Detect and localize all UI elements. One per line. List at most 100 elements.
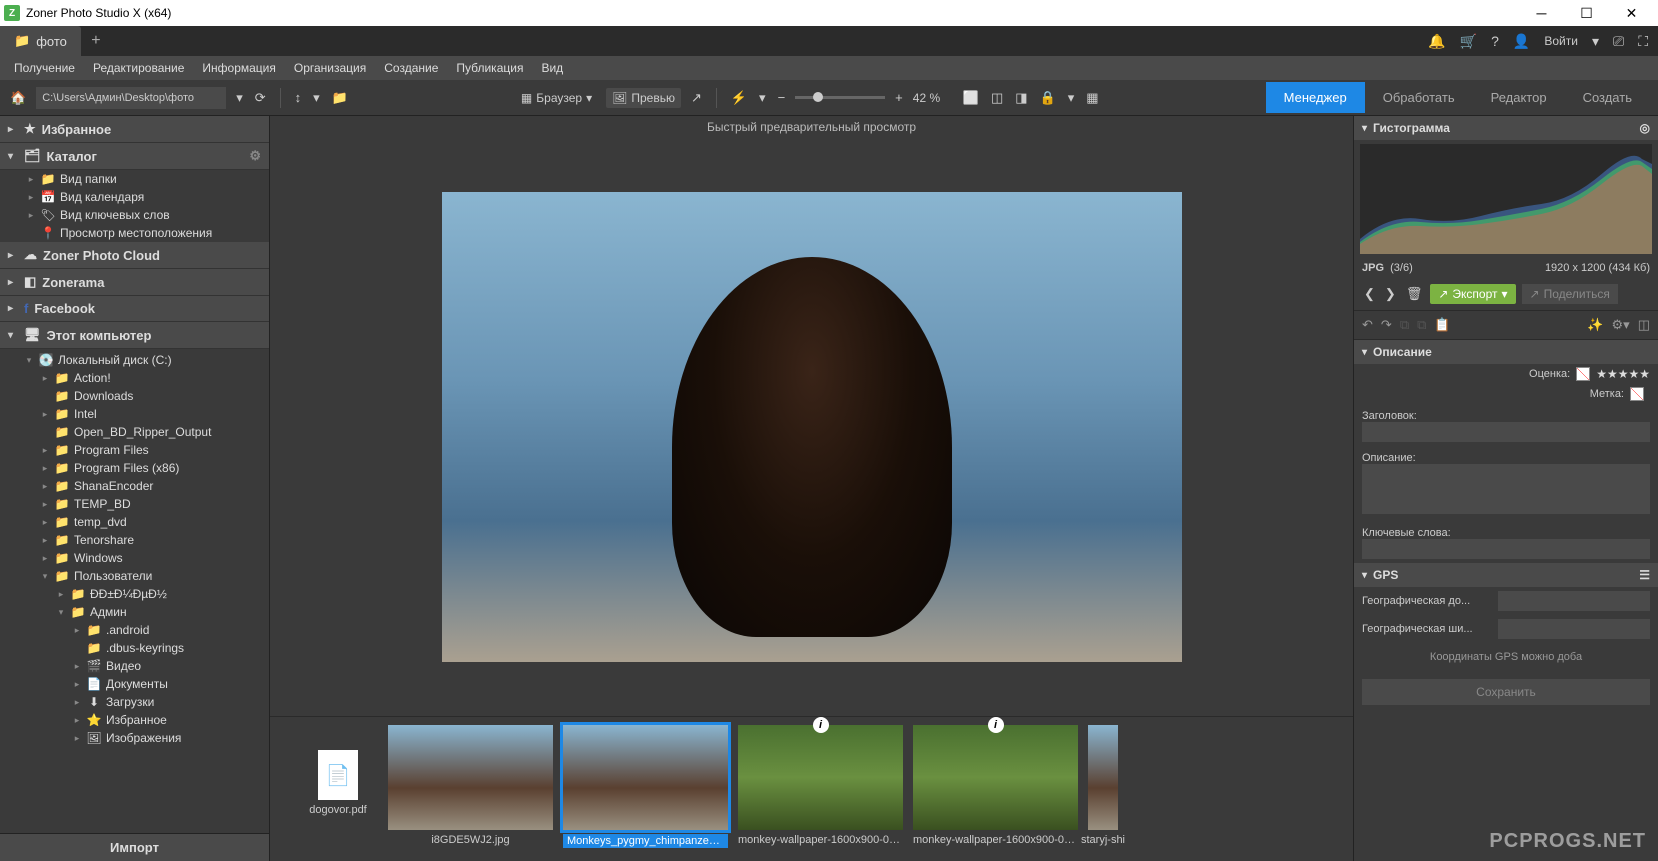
keywords-input[interactable] <box>1362 539 1650 559</box>
thumb-item[interactable]: i monkey-wallpaper-1600x900-00... <box>913 725 1078 846</box>
menu-view[interactable]: Вид <box>533 58 571 78</box>
tree-folder[interactable]: 📁Downloads <box>0 387 269 405</box>
chevron-down-icon[interactable]: ▾ <box>311 88 322 108</box>
lock-icon[interactable]: 🔒 <box>1038 88 1058 108</box>
preview-viewport[interactable] <box>270 138 1353 716</box>
menu-organize[interactable]: Организация <box>286 58 374 78</box>
tree-folder[interactable]: ▸📁Tenorshare <box>0 531 269 549</box>
tree-downloads[interactable]: ▸⬇Загрузки <box>0 693 269 711</box>
add-tab-button[interactable]: + <box>81 32 111 50</box>
tree-folder[interactable]: ▸📁Action! <box>0 369 269 387</box>
rotate-left-icon[interactable]: ↶ <box>1362 317 1373 333</box>
sidebar-zonerama[interactable]: ▸◧Zonerama <box>0 269 269 296</box>
export-button[interactable]: ↗ Экспорт ▾ <box>1430 284 1515 304</box>
catalog-location-view[interactable]: 📍Просмотр местоположения <box>0 224 269 242</box>
no-rating-icon[interactable] <box>1576 367 1590 381</box>
star-rating[interactable]: ★★★★★ <box>1596 367 1650 381</box>
gps-header[interactable]: ▾GPS☰ <box>1354 563 1658 587</box>
login-link[interactable]: Войти <box>1544 34 1578 48</box>
sidebar-computer[interactable]: ▾🖥Этот компьютер <box>0 322 269 349</box>
sidebar-catalog[interactable]: ▾🗂Каталог⚙ <box>0 143 269 170</box>
menu-create[interactable]: Создание <box>376 58 446 78</box>
settings-icon[interactable]: ⚙▾ <box>1612 317 1630 333</box>
tree-favorites[interactable]: ▸⭐Избранное <box>0 711 269 729</box>
chevron-down-icon[interactable]: ▾ <box>757 88 768 108</box>
user-icon[interactable]: 👤 <box>1513 33 1530 50</box>
chevron-down-icon[interactable]: ▾ <box>1592 33 1599 50</box>
menu-info[interactable]: Информация <box>194 58 283 78</box>
tree-images[interactable]: ▸🖼Изображения <box>0 729 269 747</box>
tree-admin[interactable]: ▾📁Админ <box>0 603 269 621</box>
histogram-header[interactable]: ▾Гистограмма ◎ <box>1354 116 1658 140</box>
thumb-item[interactable]: staryj-shi <box>1088 725 1118 846</box>
catalog-calendar-view[interactable]: ▸📅Вид календаря <box>0 188 269 206</box>
browser-mode[interactable]: ▦ Браузер ▾ <box>515 88 598 108</box>
no-label-icon[interactable] <box>1630 387 1644 401</box>
folder-plus-icon[interactable]: 📁 <box>330 88 350 108</box>
chevron-down-icon[interactable]: ▾ <box>1066 88 1077 108</box>
maximize-button[interactable]: ☐ <box>1564 0 1609 26</box>
wand-icon[interactable]: ✨ <box>1587 317 1603 333</box>
tree-folder[interactable]: ▸📁Program Files <box>0 441 269 459</box>
tree-folder[interactable]: ▸📁ĐĐ±Đ¼ĐµĐ½ <box>0 585 269 603</box>
sidebar-favorites[interactable]: ▸★Избранное <box>0 116 269 143</box>
trash-icon[interactable]: 🗑 <box>1404 284 1425 304</box>
modetab-editor[interactable]: Редактор <box>1473 82 1565 113</box>
description-input[interactable] <box>1362 464 1650 514</box>
refresh-icon[interactable]: ⟳ <box>253 88 268 108</box>
bell-icon[interactable]: 🔔 <box>1428 33 1445 50</box>
tree-folder[interactable]: ▸📁Windows <box>0 549 269 567</box>
geo-lat-input[interactable] <box>1498 619 1650 639</box>
tree-drive[interactable]: ▾💽Локальный диск (C:) <box>0 351 269 369</box>
thumb-item[interactable]: i monkey-wallpaper-1600x900-00... <box>738 725 903 846</box>
title-input[interactable] <box>1362 422 1650 442</box>
save-button[interactable]: Сохранить <box>1362 679 1650 705</box>
tree-folder[interactable]: 📁Open_BD_Ripper_Output <box>0 423 269 441</box>
catalog-tools-icon[interactable]: ⚙ <box>249 148 261 164</box>
menu-publish[interactable]: Публикация <box>448 58 531 78</box>
zoom-out-icon[interactable]: − <box>776 88 788 107</box>
modetab-manager[interactable]: Менеджер <box>1266 82 1365 113</box>
next-icon[interactable]: ❯ <box>1383 284 1398 304</box>
prev-icon[interactable]: ❮ <box>1362 284 1377 304</box>
zoom-slider[interactable] <box>795 96 885 99</box>
menu-acquire[interactable]: Получение <box>6 58 83 78</box>
paste-icon[interactable]: ⧉ <box>1417 317 1426 333</box>
tree-folder[interactable]: ▸📁TEMP_BD <box>0 495 269 513</box>
tree-folder[interactable]: ▸📁Program Files (x86) <box>0 459 269 477</box>
catalog-folder-view[interactable]: ▸📁Вид папки <box>0 170 269 188</box>
thumb-item-selected[interactable]: Monkeys_pygmy_chimpanzee_4... <box>563 725 728 848</box>
path-input[interactable]: C:\Users\Админ\Desktop\фото <box>36 87 226 109</box>
tree-users[interactable]: ▾📁Пользователи <box>0 567 269 585</box>
geo-long-input[interactable] <box>1498 591 1650 611</box>
thumb-item[interactable]: i8GDE5WJ2.jpg <box>388 725 553 846</box>
sidebar-facebook[interactable]: ▸fFacebook <box>0 296 269 322</box>
thumb-item[interactable]: 📄 dogovor.pdf <box>298 725 378 816</box>
sort-icon[interactable]: ↕ <box>293 88 304 107</box>
actual-icon[interactable]: ◫ <box>989 88 1005 108</box>
target-icon[interactable]: ◎ <box>1640 121 1650 135</box>
tree-folder[interactable]: 📁.dbus-keyrings <box>0 639 269 657</box>
modetab-create[interactable]: Создать <box>1565 82 1650 113</box>
external-icon[interactable]: ↗ <box>689 88 704 108</box>
fit-icon[interactable]: ⬜ <box>961 88 981 108</box>
minimize-button[interactable]: ─ <box>1519 0 1564 26</box>
sidebar-cloud[interactable]: ▸☁Zoner Photo Cloud <box>0 242 269 269</box>
copy-icon[interactable]: ⧉ <box>1400 317 1409 333</box>
menu-icon[interactable]: ☰ <box>1639 568 1650 582</box>
fullscreen-icon[interactable]: ⛶ <box>1638 33 1648 50</box>
grid-icon[interactable]: ▦ <box>1084 88 1100 108</box>
tree-folder[interactable]: ▸📁Intel <box>0 405 269 423</box>
tree-folder[interactable]: ▸📁.android <box>0 621 269 639</box>
menu-edit[interactable]: Редактирование <box>85 58 192 78</box>
modetab-develop[interactable]: Обработать <box>1365 82 1473 113</box>
zoom-in-icon[interactable]: + <box>893 88 905 107</box>
clipboard-icon[interactable]: 📋 <box>1434 317 1450 333</box>
catalog-keywords-view[interactable]: ▸🏷Вид ключевых слов <box>0 206 269 224</box>
home-icon[interactable]: 🏠 <box>8 88 28 108</box>
screen-icon[interactable]: ⎚ <box>1613 33 1624 50</box>
compare-icon[interactable]: ◨ <box>1013 88 1029 108</box>
tree-folder[interactable]: ▸📁ShanaEncoder <box>0 477 269 495</box>
share-button[interactable]: ↗ Поделиться <box>1522 284 1618 304</box>
cart-icon[interactable]: 🛒 <box>1460 33 1477 50</box>
